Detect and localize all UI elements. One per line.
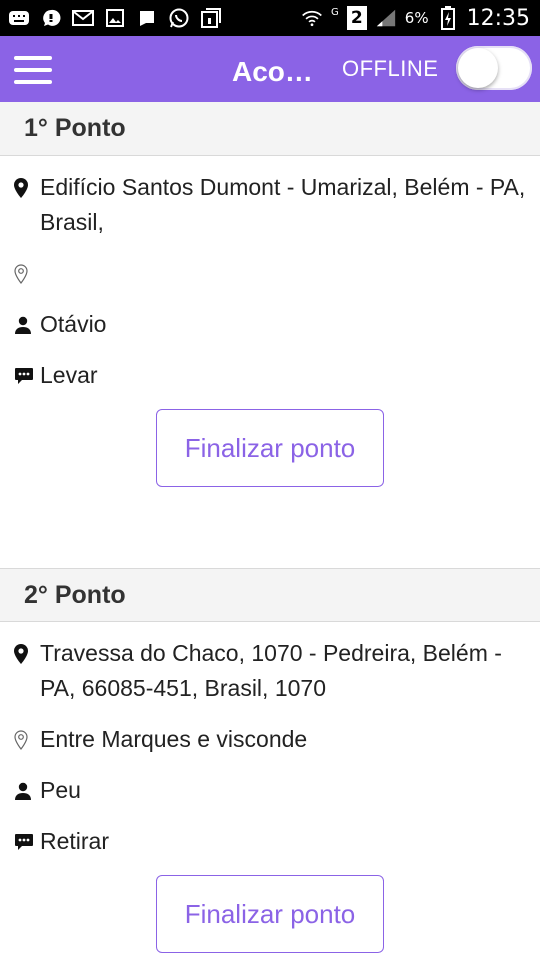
reference-row xyxy=(14,256,526,291)
battery-percent: 6% xyxy=(404,9,429,27)
address-text: Travessa do Chaco, 1070 - Pedreira, Belé… xyxy=(40,640,502,701)
gmail-icon xyxy=(72,7,94,29)
map-marker-outline-icon xyxy=(14,722,36,757)
app-bar: Aco… OFFLINE xyxy=(0,36,540,102)
action-text: Retirar xyxy=(40,828,110,854)
points-list[interactable]: 1° Ponto Edifício Santos Dumont - Umariz… xyxy=(0,102,540,953)
whatsapp-icon xyxy=(168,7,190,29)
point-body: Travessa do Chaco, 1070 - Pedreira, Belé… xyxy=(0,622,540,953)
map-marker-outline-icon xyxy=(14,256,36,291)
app-title: Aco… xyxy=(232,56,313,87)
comment-icon xyxy=(14,824,36,859)
point-card: 2° Ponto Travessa do Chaco, 1070 - Pedre… xyxy=(0,568,540,953)
network-type-label: G xyxy=(331,6,339,18)
user-icon xyxy=(14,307,36,342)
point-body: Edifício Santos Dumont - Umarizal, Belém… xyxy=(0,156,540,487)
point-header: 1° Ponto xyxy=(0,102,540,156)
user-icon xyxy=(14,773,36,808)
point-header: 2° Ponto xyxy=(0,568,540,622)
address-text: Edifício Santos Dumont - Umarizal, Belém… xyxy=(40,174,526,235)
address-row: Travessa do Chaco, 1070 - Pedreira, Belé… xyxy=(14,636,526,706)
reference-text: Entre Marques e visconde xyxy=(40,726,308,752)
screenshot-icon xyxy=(200,7,222,29)
button-wrap: Finalizar ponto xyxy=(14,875,526,953)
gallery-icon xyxy=(104,7,126,29)
chat-bubble-icon xyxy=(40,7,62,29)
menu-icon-bar xyxy=(14,80,52,84)
action-text: Levar xyxy=(40,362,98,388)
map-marker-icon xyxy=(14,170,36,205)
address-row: Edifício Santos Dumont - Umarizal, Belém… xyxy=(14,170,526,240)
offline-label: OFFLINE xyxy=(342,56,439,81)
finalizar-ponto-button[interactable]: Finalizar ponto xyxy=(156,409,384,487)
signal-icon xyxy=(375,7,397,29)
keyboard-icon xyxy=(8,7,30,29)
menu-icon-bar xyxy=(14,68,52,72)
status-bar: G 2 6% 12:35 xyxy=(0,0,540,36)
comment-icon xyxy=(14,358,36,393)
system-icons: G 2 6% 12:35 xyxy=(301,6,530,31)
clock: 12:35 xyxy=(466,5,530,31)
button-wrap: Finalizar ponto xyxy=(14,409,526,487)
menu-icon-bar xyxy=(14,56,52,60)
action-row: Levar xyxy=(14,358,526,393)
person-row: Otávio xyxy=(14,307,526,342)
reference-row: Entre Marques e visconde xyxy=(14,722,526,757)
person-text: Otávio xyxy=(40,311,107,337)
battery-icon xyxy=(437,6,459,30)
map-marker-icon xyxy=(14,636,36,671)
notification-icons xyxy=(8,7,222,29)
sim-badge: 2 xyxy=(346,6,367,30)
menu-button[interactable] xyxy=(14,56,52,84)
hangouts-icon xyxy=(136,7,158,29)
wifi-icon xyxy=(301,7,323,29)
finalizar-ponto-button[interactable]: Finalizar ponto xyxy=(156,875,384,953)
person-row: Peu xyxy=(14,773,526,808)
offline-toggle[interactable] xyxy=(456,46,532,90)
toggle-knob xyxy=(458,48,498,88)
sim-badge-label: 2 xyxy=(350,8,363,28)
person-text: Peu xyxy=(40,777,81,803)
action-row: Retirar xyxy=(14,824,526,859)
point-card: 1° Ponto Edifício Santos Dumont - Umariz… xyxy=(0,102,540,568)
